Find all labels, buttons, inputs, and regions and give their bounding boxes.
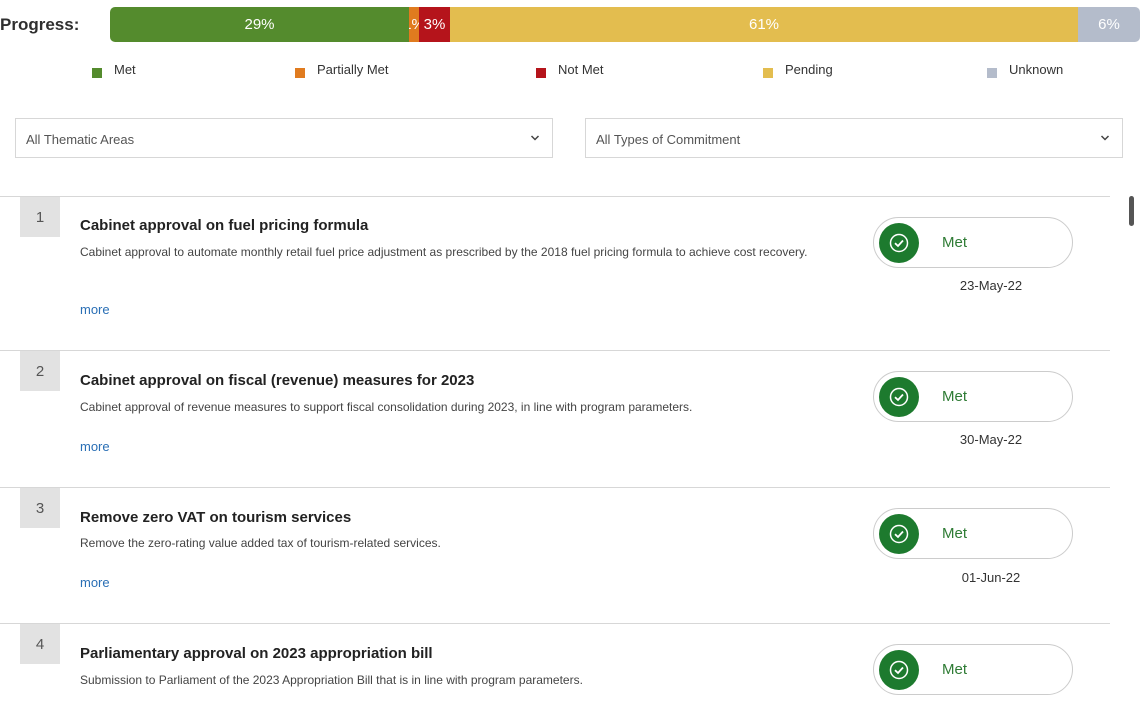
legend-label-not-met: Not Met (558, 62, 604, 77)
list-item: 2 Cabinet approval on fiscal (revenue) m… (0, 351, 1110, 488)
progress-segment-unknown[interactable]: 6% (1078, 7, 1140, 42)
item-description: Remove the zero-rating value added tax o… (80, 536, 441, 550)
progress-bar: 29% 1% 3% 61% 6% (110, 7, 1140, 42)
legend-swatch-partially-met (295, 68, 305, 78)
check-icon (889, 233, 909, 253)
item-title: Cabinet approval on fiscal (revenue) mea… (80, 372, 475, 389)
more-link[interactable]: more (80, 439, 110, 454)
more-link[interactable]: more (80, 302, 110, 317)
check-icon (889, 387, 909, 407)
status-badge[interactable]: Met (873, 508, 1073, 559)
item-number: 2 (20, 351, 60, 391)
progress-segment-not-met[interactable]: 3% (419, 7, 450, 42)
status-label: Met (942, 661, 968, 678)
commitment-type-select-value: All Types of Commitment (596, 132, 741, 147)
commitment-type-select[interactable]: All Types of Commitment (585, 118, 1123, 158)
check-icon (889, 660, 909, 680)
item-title: Parliamentary approval on 2023 appropria… (80, 645, 433, 662)
item-description: Cabinet approval of revenue measures to … (80, 400, 693, 414)
status-icon-circle (879, 650, 919, 690)
progress-segment-pending[interactable]: 61% (450, 7, 1078, 42)
legend-label-pending: Pending (785, 62, 833, 77)
item-description: Submission to Parliament of the 2023 App… (80, 673, 583, 687)
status-badge[interactable]: Met (873, 644, 1073, 695)
status-date: 23-May-22 (959, 278, 1023, 293)
status-icon-circle (879, 223, 919, 263)
item-number: 3 (20, 488, 60, 528)
legend-swatch-pending (763, 68, 773, 78)
progress-section: Progress: 29% 1% 3% 61% 6% (0, 7, 1142, 42)
progress-segment-met[interactable]: 29% (110, 7, 409, 42)
status-icon-circle (879, 514, 919, 554)
chevron-down-icon (1100, 135, 1110, 141)
list-item: 1 Cabinet approval on fuel pricing formu… (0, 197, 1110, 351)
more-link[interactable]: more (80, 575, 110, 590)
list-item: 3 Remove zero VAT on tourism services Re… (0, 488, 1110, 624)
item-description: Cabinet approval to automate monthly ret… (80, 245, 808, 259)
legend-label-unknown: Unknown (1009, 62, 1064, 77)
legend-swatch-unknown (987, 68, 997, 78)
legend-swatch-not-met (536, 68, 546, 78)
status-badge[interactable]: Met (873, 371, 1073, 422)
item-title: Cabinet approval on fuel pricing formula (80, 217, 369, 234)
chevron-down-icon (530, 135, 540, 141)
scrollbar-thumb[interactable] (1129, 196, 1134, 226)
progress-label: Progress: (0, 15, 80, 34)
item-title: Remove zero VAT on tourism services (80, 509, 352, 526)
status-label: Met (942, 525, 968, 542)
status-icon-circle (879, 377, 919, 417)
status-label: Met (942, 234, 968, 251)
check-icon (889, 524, 909, 544)
progress-segment-partially-met[interactable]: 1% (409, 7, 419, 42)
thematic-area-select-value: All Thematic Areas (26, 132, 135, 147)
status-badge[interactable]: Met (873, 217, 1073, 268)
legend-swatch-met (92, 68, 102, 78)
status-date: 01-Jun-22 (961, 570, 1021, 585)
thematic-area-select[interactable]: All Thematic Areas (15, 118, 553, 158)
status-label: Met (942, 388, 968, 405)
legend-label-partially-met: Partially Met (317, 62, 389, 77)
legend-label-met: Met (114, 62, 136, 77)
list-item: 4 Parliamentary approval on 2023 appropr… (0, 624, 1110, 712)
item-number: 4 (20, 624, 60, 664)
item-number: 1 (20, 197, 60, 237)
status-date: 30-May-22 (959, 432, 1023, 447)
